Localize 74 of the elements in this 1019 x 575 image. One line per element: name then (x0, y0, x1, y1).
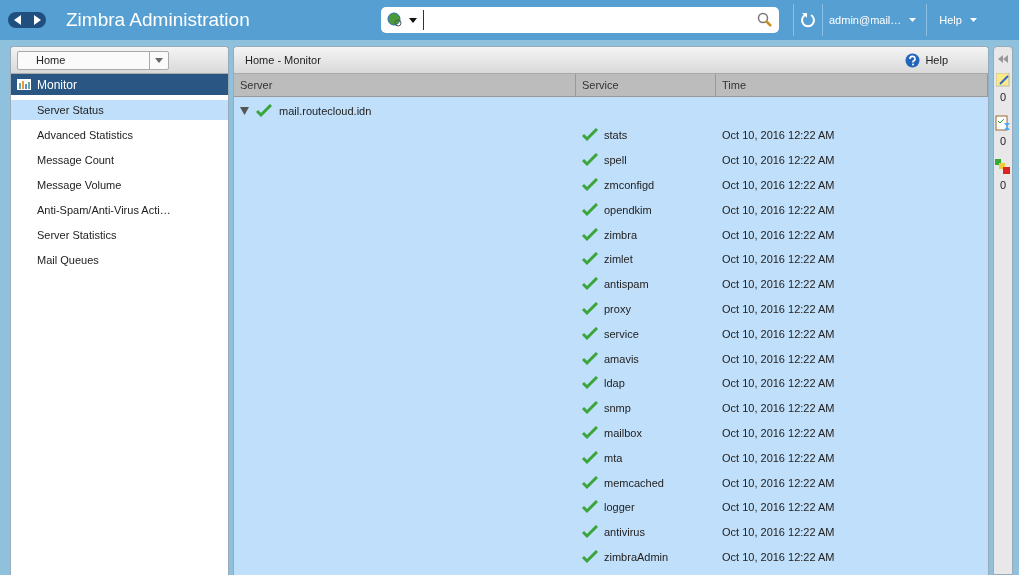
time-cell: Oct 10, 2016 12:22 AM (722, 426, 835, 439)
help-link[interactable]: Help (905, 52, 948, 68)
column-header[interactable]: Service (576, 74, 716, 96)
clipboard-hourglass-icon[interactable] (995, 115, 1011, 131)
note-icon[interactable] (996, 73, 1010, 87)
time-cell: Oct 10, 2016 12:22 AM (722, 179, 835, 191)
nav-item[interactable]: Message Volume (11, 175, 228, 195)
service-name: service (604, 327, 639, 340)
service-name: antispam (604, 278, 649, 291)
service-name: zimlet (604, 253, 633, 266)
caret-icon[interactable] (969, 18, 977, 22)
forward-icon[interactable] (32, 15, 41, 25)
time-cell: Oct 10, 2016 12:22 AM (722, 550, 835, 563)
service-name: amavis (604, 352, 639, 365)
tasks-count: 0 (999, 135, 1007, 147)
back-icon[interactable] (13, 15, 22, 25)
service-name: zimbraAdmin (604, 550, 669, 563)
notes-count: 0 (999, 91, 1007, 103)
app-title: Zimbra Administration (66, 9, 251, 31)
service-name: antivirus (604, 526, 645, 539)
time-cell: Oct 10, 2016 12:22 AM (722, 402, 835, 415)
page-title: Home - Monitor (245, 54, 321, 66)
help-icon[interactable] (905, 52, 921, 68)
time-cell: Oct 10, 2016 12:22 AM (722, 377, 835, 390)
service-name: ldap (604, 377, 625, 390)
time-cell: Oct 10, 2016 12:22 AM (722, 228, 835, 241)
time-cell: Oct 10, 2016 12:22 AM (722, 451, 835, 464)
server-name: mail.routecloud.idn (279, 105, 372, 117)
search-icon[interactable] (757, 12, 773, 28)
nav-item[interactable]: Advanced Statistics (11, 125, 228, 145)
time-cell: Oct 10, 2016 12:22 AM (722, 278, 835, 291)
caret-icon[interactable] (155, 57, 163, 63)
time-cell: Oct 10, 2016 12:22 AM (722, 501, 835, 514)
service-name: stats (604, 129, 628, 142)
service-name: opendkim (604, 203, 652, 216)
navigation-buttons[interactable] (8, 12, 46, 28)
time-cell: Oct 10, 2016 12:22 AM (722, 154, 835, 167)
service-name: zmconfigd (604, 179, 655, 191)
nav-item[interactable]: Mail Queues (11, 250, 228, 270)
expand-icon[interactable] (240, 107, 249, 115)
time-cell: Oct 10, 2016 12:22 AM (722, 352, 835, 365)
globe-search-icon[interactable] (387, 12, 403, 28)
time-cell: Oct 10, 2016 12:22 AM (722, 203, 835, 216)
nav-item[interactable]: Message Count (11, 150, 228, 170)
search-field[interactable] (381, 7, 779, 33)
column-header[interactable]: Time (716, 74, 988, 96)
squares-icon[interactable] (995, 159, 1011, 175)
dropdown-icon[interactable] (409, 17, 417, 23)
time-cell: Oct 10, 2016 12:22 AM (722, 476, 835, 489)
service-name: mta (604, 451, 623, 464)
service-name: mailbox (604, 426, 642, 439)
service-name: memcached (604, 476, 664, 489)
section-title: Monitor (37, 77, 77, 92)
section-header[interactable]: Monitor (11, 74, 228, 95)
service-name: logger (604, 501, 635, 514)
service-name: snmp (604, 402, 631, 415)
time-cell: Oct 10, 2016 12:22 AM (722, 129, 835, 142)
nav-item[interactable]: Server Status (11, 100, 228, 120)
nav-item[interactable]: Server Statistics (11, 225, 228, 245)
service-name: proxy (604, 302, 631, 315)
time-cell: Oct 10, 2016 12:22 AM (722, 327, 835, 340)
service-name: zimbra (604, 228, 637, 241)
time-cell: Oct 10, 2016 12:22 AM (722, 526, 835, 539)
time-cell: Oct 10, 2016 12:22 AM (722, 302, 835, 315)
breadcrumb-dropdown[interactable]: Home (17, 50, 169, 70)
chart-icon (17, 79, 31, 90)
service-name: spell (604, 154, 627, 167)
time-cell: Oct 10, 2016 12:22 AM (722, 253, 835, 266)
alerts-count: 0 (999, 179, 1007, 191)
caret-icon[interactable] (909, 18, 917, 22)
collapse-icon[interactable] (998, 55, 1008, 63)
refresh-icon[interactable] (800, 11, 816, 29)
nav-item[interactable]: Anti-Spam/Anti-Virus Acti… (11, 200, 228, 220)
column-header[interactable]: Server (234, 74, 576, 96)
